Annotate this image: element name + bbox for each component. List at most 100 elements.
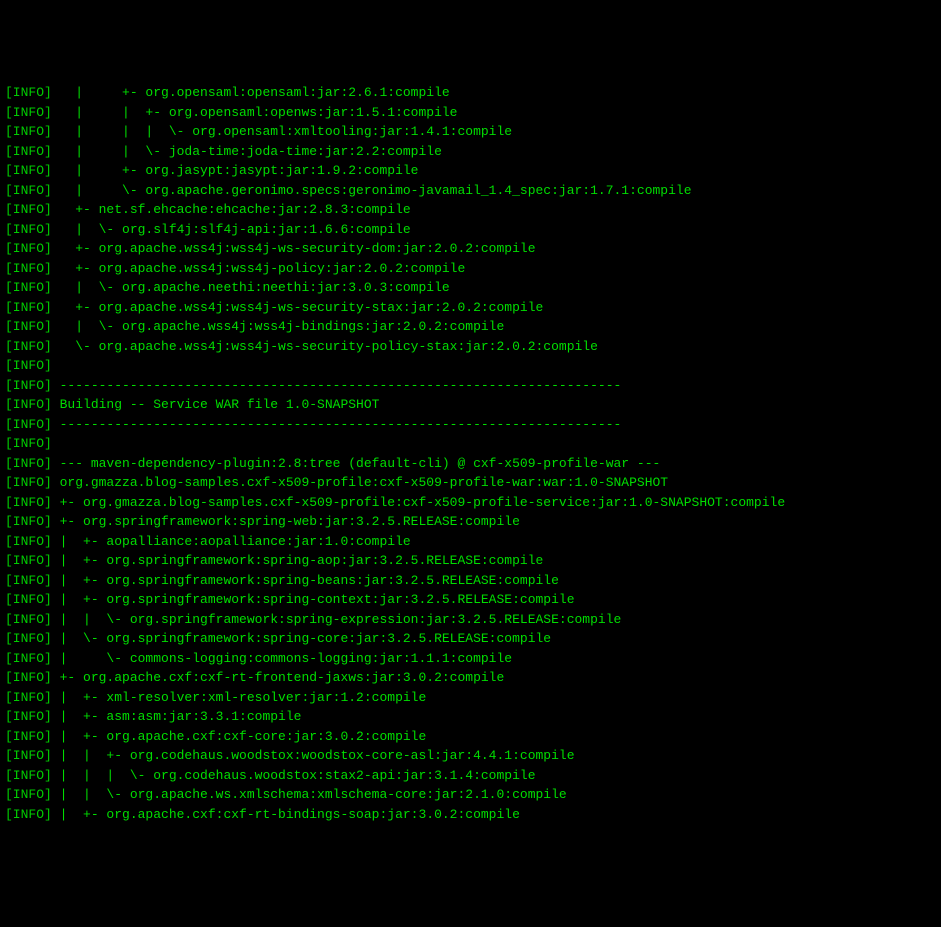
log-prefix: [INFO] xyxy=(5,690,52,705)
log-line: [INFO] +- net.sf.ehcache:ehcache:jar:2.8… xyxy=(5,200,936,220)
log-prefix: [INFO] xyxy=(5,300,52,315)
log-content: +- org.springframework:spring-web:jar:3.… xyxy=(52,514,520,529)
log-content: | | +- org.codehaus.woodstox:woodstox-co… xyxy=(52,748,575,763)
log-content xyxy=(52,436,622,451)
log-content: +- org.gmazza.blog-samples.cxf-x509-prof… xyxy=(52,495,785,510)
log-content: | | +- org.opensaml:openws:jar:1.5.1:com… xyxy=(52,105,458,120)
log-prefix: [INFO] xyxy=(5,319,52,334)
log-prefix: [INFO] xyxy=(5,651,52,666)
log-line: [INFO] | | +- org.opensaml:openws:jar:1.… xyxy=(5,103,936,123)
log-line: [INFO] | +- xml-resolver:xml-resolver:ja… xyxy=(5,688,936,708)
log-line: [INFO] +- org.gmazza.blog-samples.cxf-x5… xyxy=(5,493,936,513)
log-prefix: [INFO] xyxy=(5,183,52,198)
log-content: | +- org.springframework:spring-aop:jar:… xyxy=(52,553,543,568)
log-prefix: [INFO] xyxy=(5,144,52,159)
log-content: | \- org.apache.neethi:neethi:jar:3.0.3:… xyxy=(52,280,450,295)
log-prefix: [INFO] xyxy=(5,378,52,393)
log-content: | +- org.apache.cxf:cxf-rt-bindings-soap… xyxy=(52,807,520,822)
log-content: ----------------------------------------… xyxy=(52,378,622,393)
log-content: Building -- Service WAR file 1.0-SNAPSHO… xyxy=(52,397,380,412)
log-line: [INFO] | \- org.apache.geronimo.specs:ge… xyxy=(5,181,936,201)
log-content xyxy=(52,358,622,373)
log-line: [INFO] | | \- joda-time:joda-time:jar:2.… xyxy=(5,142,936,162)
log-prefix: [INFO] xyxy=(5,787,52,802)
log-line: [INFO] org.gmazza.blog-samples.cxf-x509-… xyxy=(5,473,936,493)
log-prefix: [INFO] xyxy=(5,748,52,763)
log-line: [INFO] | \- org.springframework:spring-c… xyxy=(5,629,936,649)
log-line: [INFO] | +- org.springframework:spring-b… xyxy=(5,571,936,591)
log-line: [INFO] ---------------------------------… xyxy=(5,415,936,435)
log-prefix: [INFO] xyxy=(5,163,52,178)
log-line: [INFO] | \- org.slf4j:slf4j-api:jar:1.6.… xyxy=(5,220,936,240)
log-line: [INFO] | +- org.springframework:spring-a… xyxy=(5,551,936,571)
log-line: [INFO] +- org.apache.cxf:cxf-rt-frontend… xyxy=(5,668,936,688)
log-content: +- org.apache.cxf:cxf-rt-frontend-jaxws:… xyxy=(52,670,504,685)
log-content: | \- commons-logging:commons-logging:jar… xyxy=(52,651,512,666)
log-prefix: [INFO] xyxy=(5,475,52,490)
log-content: +- org.apache.wss4j:wss4j-policy:jar:2.0… xyxy=(52,261,465,276)
log-prefix: [INFO] xyxy=(5,670,52,685)
log-content: | | | \- org.codehaus.woodstox:stax2-api… xyxy=(52,768,536,783)
log-prefix: [INFO] xyxy=(5,553,52,568)
log-content: | | \- joda-time:joda-time:jar:2.2:compi… xyxy=(52,144,442,159)
log-content: | +- xml-resolver:xml-resolver:jar:1.2:c… xyxy=(52,690,426,705)
log-prefix: [INFO] xyxy=(5,124,52,139)
log-line: [INFO] | | \- org.springframework:spring… xyxy=(5,610,936,630)
log-content: +- org.apache.wss4j:wss4j-ws-security-st… xyxy=(52,300,543,315)
log-content: org.gmazza.blog-samples.cxf-x509-profile… xyxy=(52,475,668,490)
log-line: [INFO] --- maven-dependency-plugin:2.8:t… xyxy=(5,454,936,474)
log-line: [INFO] | \- org.apache.wss4j:wss4j-bindi… xyxy=(5,317,936,337)
log-prefix: [INFO] xyxy=(5,612,52,627)
log-content: | | \- org.apache.ws.xmlschema:xmlschema… xyxy=(52,787,567,802)
log-line: [INFO] ---------------------------------… xyxy=(5,376,936,396)
log-line: [INFO] | | \- org.apache.ws.xmlschema:xm… xyxy=(5,785,936,805)
log-prefix: [INFO] xyxy=(5,573,52,588)
log-line: [INFO] | +- org.opensaml:opensaml:jar:2.… xyxy=(5,83,936,103)
log-prefix: [INFO] xyxy=(5,105,52,120)
log-line: [INFO] | \- commons-logging:commons-logg… xyxy=(5,649,936,669)
log-prefix: [INFO] xyxy=(5,768,52,783)
log-prefix: [INFO] xyxy=(5,495,52,510)
log-prefix: [INFO] xyxy=(5,85,52,100)
log-line: [INFO] | +- asm:asm:jar:3.3.1:compile xyxy=(5,707,936,727)
log-prefix: [INFO] xyxy=(5,222,52,237)
log-line: [INFO] | +- org.apache.cxf:cxf-rt-bindin… xyxy=(5,805,936,825)
log-line: [INFO] | +- aopalliance:aopalliance:jar:… xyxy=(5,532,936,552)
log-line: [INFO] xyxy=(5,434,936,454)
log-prefix: [INFO] xyxy=(5,339,52,354)
log-line: [INFO] | +- org.apache.cxf:cxf-core:jar:… xyxy=(5,727,936,747)
log-prefix: [INFO] xyxy=(5,261,52,276)
log-line: [INFO] | | +- org.codehaus.woodstox:wood… xyxy=(5,746,936,766)
log-line: [INFO] +- org.springframework:spring-web… xyxy=(5,512,936,532)
log-line: [INFO] | | | \- org.opensaml:xmltooling:… xyxy=(5,122,936,142)
log-content: | +- asm:asm:jar:3.3.1:compile xyxy=(52,709,302,724)
log-content: \- org.apache.wss4j:wss4j-ws-security-po… xyxy=(52,339,598,354)
log-line: [INFO] +- org.apache.wss4j:wss4j-ws-secu… xyxy=(5,239,936,259)
log-prefix: [INFO] xyxy=(5,202,52,217)
log-prefix: [INFO] xyxy=(5,436,52,451)
log-content: | \- org.apache.wss4j:wss4j-bindings:jar… xyxy=(52,319,504,334)
log-prefix: [INFO] xyxy=(5,417,52,432)
log-line: [INFO] | +- org.springframework:spring-c… xyxy=(5,590,936,610)
log-content: +- org.apache.wss4j:wss4j-ws-security-do… xyxy=(52,241,536,256)
log-line: [INFO] +- org.apache.wss4j:wss4j-policy:… xyxy=(5,259,936,279)
log-prefix: [INFO] xyxy=(5,280,52,295)
log-content: | +- org.springframework:spring-beans:ja… xyxy=(52,573,559,588)
log-prefix: [INFO] xyxy=(5,514,52,529)
log-prefix: [INFO] xyxy=(5,631,52,646)
log-content: | +- org.opensaml:opensaml:jar:2.6.1:com… xyxy=(52,85,450,100)
log-prefix: [INFO] xyxy=(5,456,52,471)
log-content: +- net.sf.ehcache:ehcache:jar:2.8.3:comp… xyxy=(52,202,411,217)
log-content: | \- org.springframework:spring-core:jar… xyxy=(52,631,551,646)
log-prefix: [INFO] xyxy=(5,729,52,744)
log-prefix: [INFO] xyxy=(5,709,52,724)
log-content: | +- org.springframework:spring-context:… xyxy=(52,592,575,607)
log-line: [INFO] | \- org.apache.neethi:neethi:jar… xyxy=(5,278,936,298)
log-prefix: [INFO] xyxy=(5,397,52,412)
log-line: [INFO] +- org.apache.wss4j:wss4j-ws-secu… xyxy=(5,298,936,318)
log-prefix: [INFO] xyxy=(5,592,52,607)
log-content: ----------------------------------------… xyxy=(52,417,622,432)
log-content: --- maven-dependency-plugin:2.8:tree (de… xyxy=(52,456,661,471)
log-prefix: [INFO] xyxy=(5,358,52,373)
terminal-output: [INFO] | +- org.opensaml:opensaml:jar:2.… xyxy=(5,83,936,824)
